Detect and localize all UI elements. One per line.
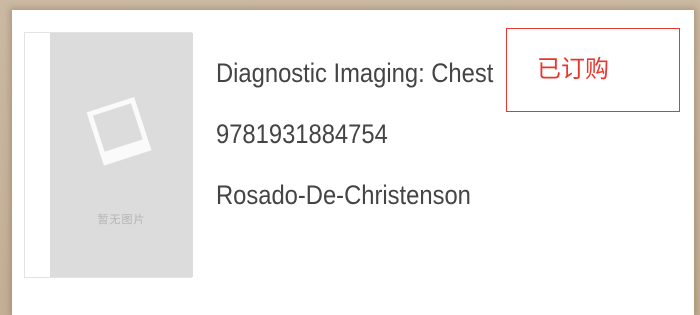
book-card[interactable]: 暂无图片 Diagnostic Imaging: Chest 978193188…	[12, 10, 694, 315]
status-label: 已订购	[537, 55, 609, 83]
book-cover[interactable]: 暂无图片	[24, 32, 193, 278]
book-title[interactable]: Diagnostic Imaging: Chest	[216, 58, 493, 88]
book-author: Rosado-De-Christenson	[216, 180, 471, 210]
no-image-label: 暂无图片	[97, 213, 146, 226]
status-badge: 已订购	[506, 28, 680, 112]
book-info: Diagnostic Imaging: Chest 9781931884754 …	[216, 58, 531, 210]
photo-placeholder-icon	[86, 96, 152, 166]
window-frame: 暂无图片 Diagnostic Imaging: Chest 978193188…	[0, 0, 700, 315]
cover-placeholder: 暂无图片	[50, 33, 193, 277]
book-isbn: 9781931884754	[216, 119, 388, 149]
